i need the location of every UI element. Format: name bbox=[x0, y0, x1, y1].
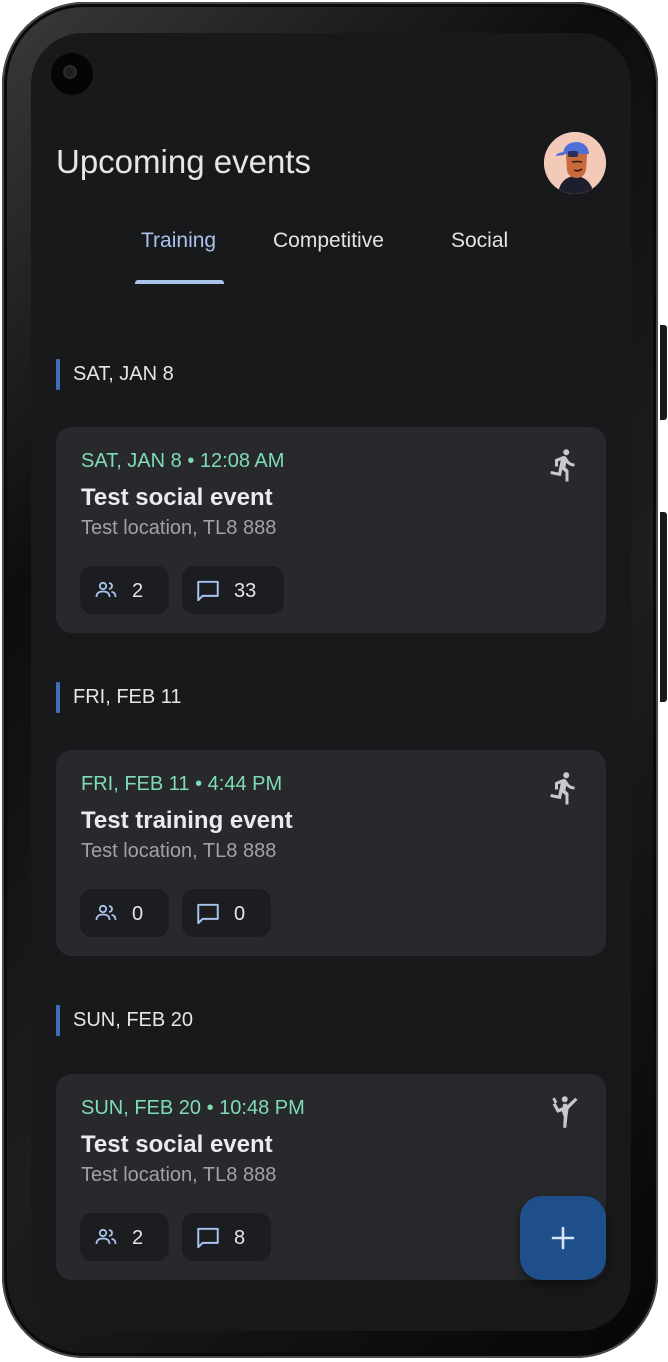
running-icon bbox=[550, 772, 575, 805]
event-name: Test social event bbox=[81, 484, 273, 511]
martial-arts-icon bbox=[552, 1096, 578, 1128]
event-card[interactable]: FRI, FEB 11 • 4:44 PM Test training even… bbox=[56, 750, 606, 956]
comments-chip[interactable]: 8 bbox=[182, 1213, 271, 1261]
comments-count: 0 bbox=[234, 903, 246, 925]
tab-competitive[interactable]: Competitive bbox=[273, 229, 384, 253]
event-datetime: SUN, FEB 20 • 10:48 PM bbox=[81, 1097, 305, 1119]
comments-chip[interactable]: 0 bbox=[182, 889, 271, 937]
front-camera bbox=[51, 53, 93, 95]
app-screen: Upcoming events Training Competitive Soc… bbox=[31, 33, 631, 1331]
comment-icon bbox=[197, 903, 219, 925]
event-name: Test social event bbox=[81, 1131, 273, 1158]
people-icon bbox=[95, 1228, 117, 1245]
event-name: Test training event bbox=[81, 807, 293, 834]
day-header-label: SUN, FEB 20 bbox=[73, 1009, 194, 1031]
plus-icon bbox=[551, 1226, 575, 1250]
event-type-tabs: Training Competitive Social bbox=[31, 229, 631, 289]
day-header-bar bbox=[56, 359, 60, 390]
day-header-label: FRI, FEB 11 bbox=[73, 686, 182, 708]
event-card[interactable]: SAT, JAN 8 • 12:08 AM Test social event … bbox=[56, 427, 606, 633]
comments-chip[interactable]: 33 bbox=[182, 566, 284, 614]
avatar[interactable] bbox=[544, 132, 606, 194]
event-location: Test location, TL8 888 bbox=[81, 1164, 277, 1186]
comments-count: 33 bbox=[234, 580, 257, 602]
page-title: Upcoming events bbox=[56, 143, 311, 180]
day-header-label: SAT, JAN 8 bbox=[73, 363, 174, 385]
comments-count: 8 bbox=[234, 1227, 246, 1249]
event-datetime: FRI, FEB 11 • 4:44 PM bbox=[81, 773, 283, 795]
event-location: Test location, TL8 888 bbox=[81, 517, 277, 539]
attendees-chip[interactable]: 0 bbox=[80, 889, 169, 937]
running-icon bbox=[550, 449, 575, 482]
tab-training[interactable]: Training bbox=[141, 229, 216, 253]
comment-icon bbox=[197, 580, 219, 602]
attendees-count: 2 bbox=[132, 1227, 144, 1249]
active-tab-indicator bbox=[135, 280, 224, 284]
event-location: Test location, TL8 888 bbox=[81, 840, 277, 862]
attendees-chip[interactable]: 2 bbox=[80, 1213, 169, 1261]
add-event-button[interactable] bbox=[520, 1196, 606, 1280]
day-header-bar bbox=[56, 682, 60, 713]
attendees-chip[interactable]: 2 bbox=[80, 566, 169, 614]
people-icon bbox=[95, 904, 117, 921]
day-header-bar bbox=[56, 1005, 60, 1036]
event-datetime: SAT, JAN 8 • 12:08 AM bbox=[81, 450, 285, 472]
attendees-count: 0 bbox=[132, 903, 144, 925]
power-button bbox=[660, 325, 667, 420]
attendees-count: 2 bbox=[132, 580, 144, 602]
volume-button bbox=[660, 512, 667, 702]
people-icon bbox=[95, 581, 117, 598]
comment-icon bbox=[197, 1227, 219, 1249]
avatar-illustration-icon bbox=[544, 132, 606, 194]
tab-social[interactable]: Social bbox=[451, 229, 508, 253]
